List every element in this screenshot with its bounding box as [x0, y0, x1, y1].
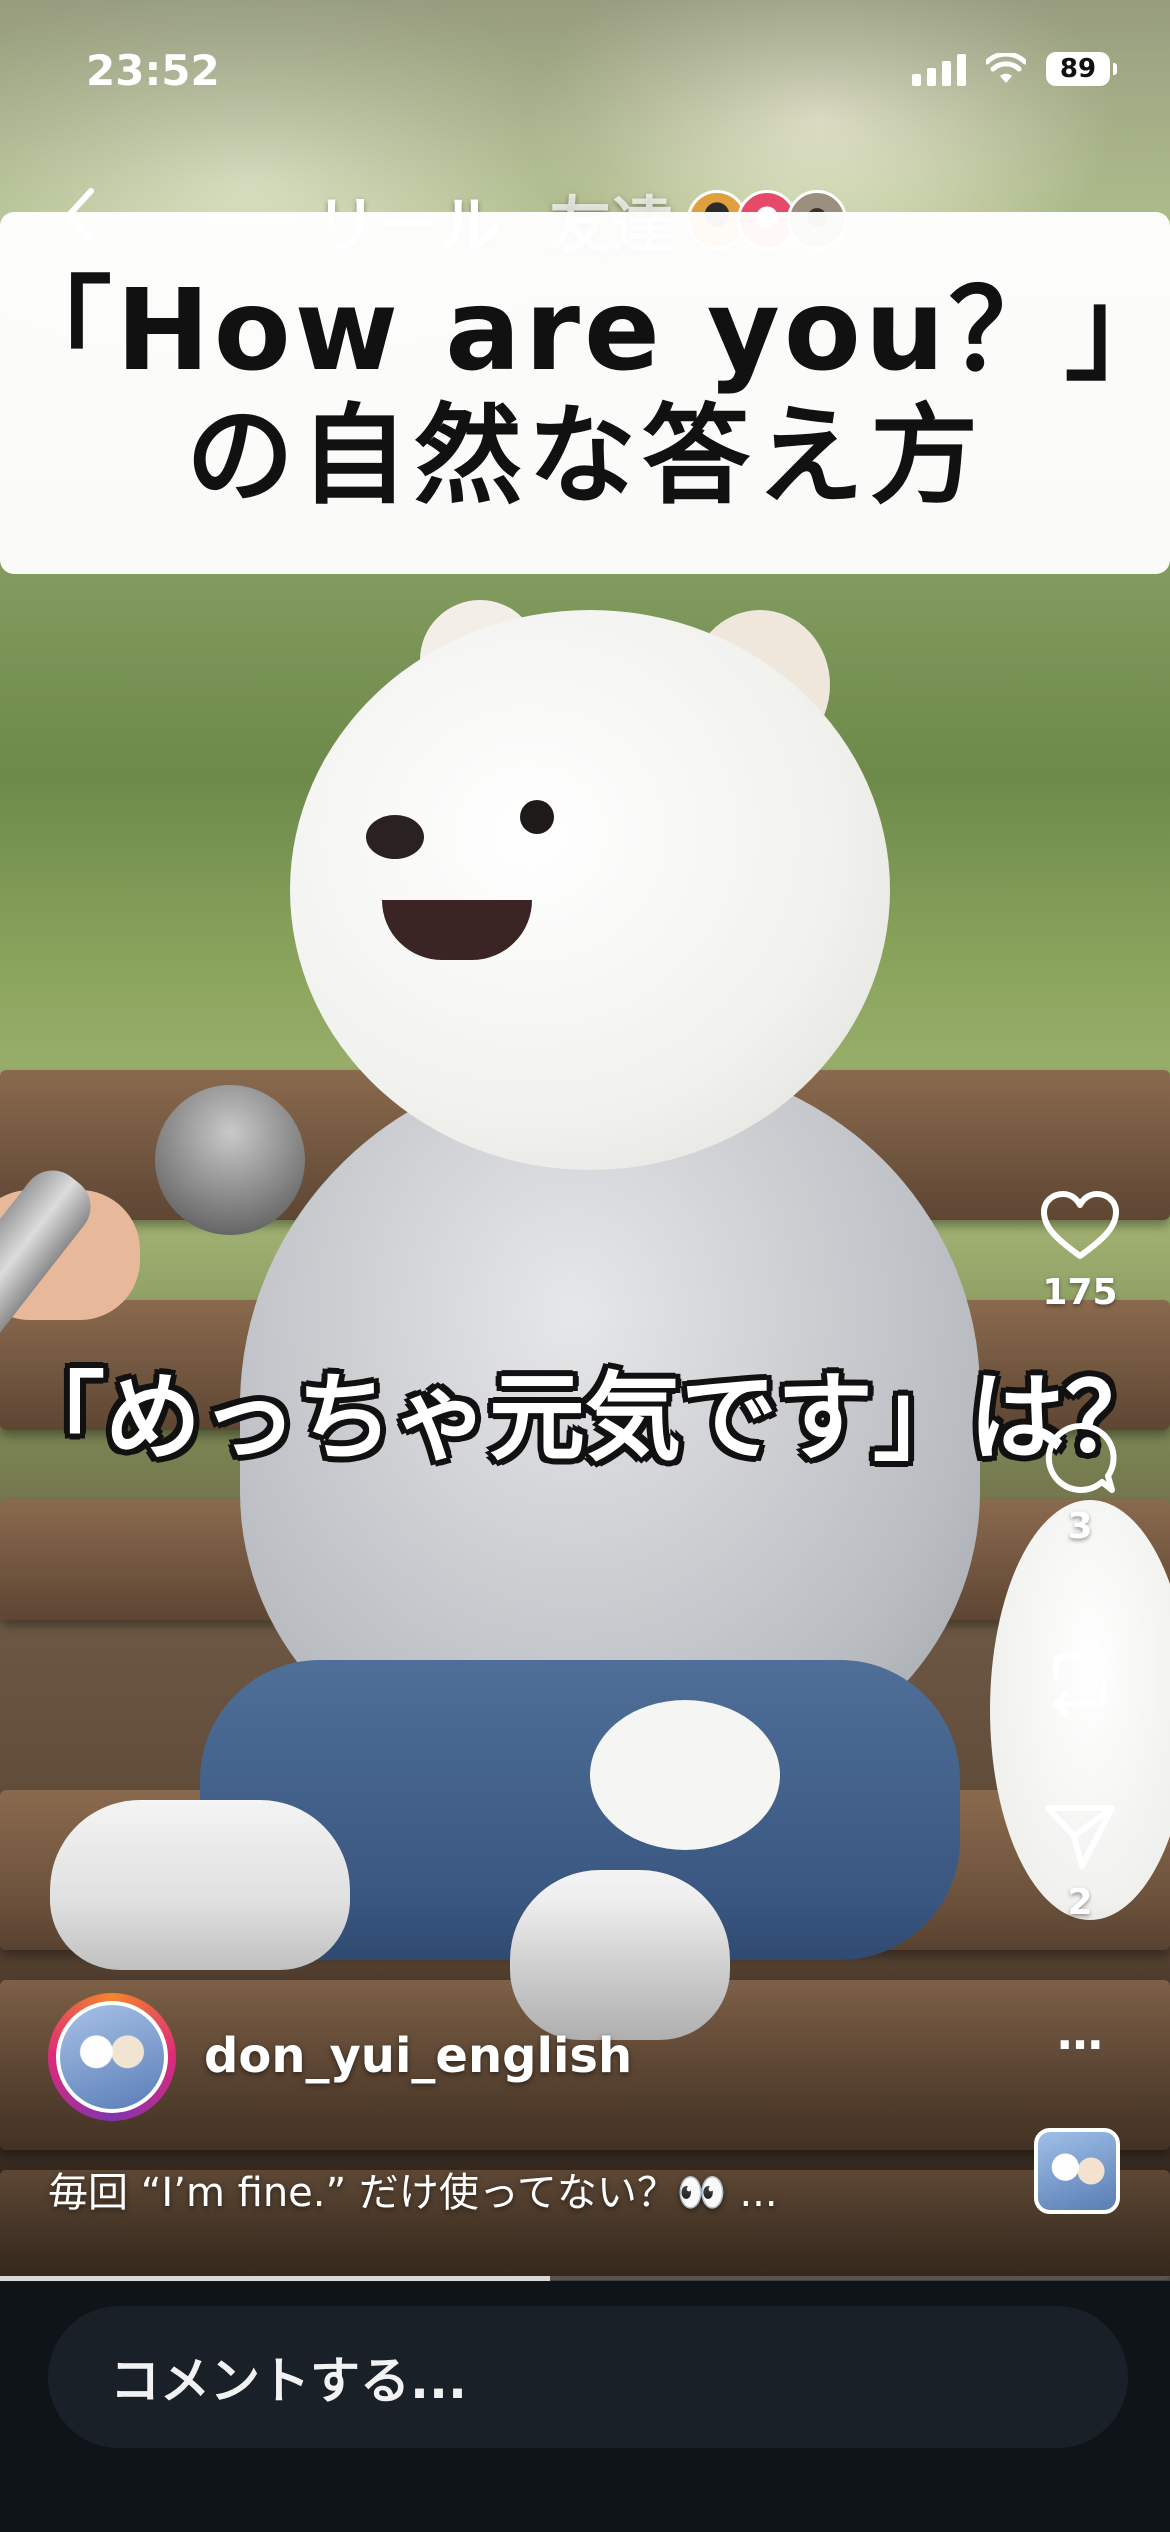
more-options-button[interactable]: … [1030, 2010, 1130, 2056]
comment-button[interactable]: 3 [1030, 1420, 1130, 1547]
dog-nose [366, 815, 424, 859]
cellular-signal-icon [912, 52, 966, 86]
heart-icon [1041, 1191, 1119, 1259]
video-title-line2: の自然な答え方 [185, 394, 984, 520]
author-avatar[interactable] [48, 1993, 176, 2121]
avatar-ring [56, 2001, 168, 2113]
share-count: 2 [1067, 1882, 1093, 1923]
send-icon [1045, 1805, 1115, 1869]
comment-bubble-icon [1045, 1422, 1117, 1493]
like-count: 175 [1042, 1272, 1118, 1313]
dog-eye [520, 800, 554, 834]
comment-count: 3 [1067, 1506, 1093, 1547]
post-caption[interactable]: 毎回 “I’m fine.” だけ使ってない？👀 ... [48, 2160, 778, 2218]
repost-button[interactable] [1030, 1640, 1130, 1730]
bottom-scrim [0, 1900, 1170, 2280]
video-title-banner: 「How are you？」 の自然な答え方 [0, 212, 1170, 574]
dog-head [290, 610, 890, 1170]
share-button[interactable]: 2 [1030, 1800, 1130, 1923]
status-indicators: 89 [912, 52, 1117, 86]
avatar [60, 2005, 164, 2109]
video-title-line1: 「How are you？」 [0, 265, 1170, 396]
repost-icon [1053, 1643, 1107, 1717]
more-horizontal-icon: … [1057, 2006, 1103, 2060]
audio-thumbnail[interactable] [1034, 2128, 1120, 2214]
dog-paw [590, 1700, 780, 1850]
author-username[interactable]: don_yui_english [204, 2028, 632, 2084]
video-subtitle: 「めっちゃ元気です」は？ [9, 1362, 1161, 1474]
battery-icon: 89 [1046, 52, 1117, 86]
comment-input[interactable]: コメントする... [48, 2306, 1128, 2448]
status-time: 23:52 [86, 46, 220, 95]
wifi-icon [986, 53, 1026, 83]
like-button[interactable]: 175 [1030, 1190, 1130, 1313]
